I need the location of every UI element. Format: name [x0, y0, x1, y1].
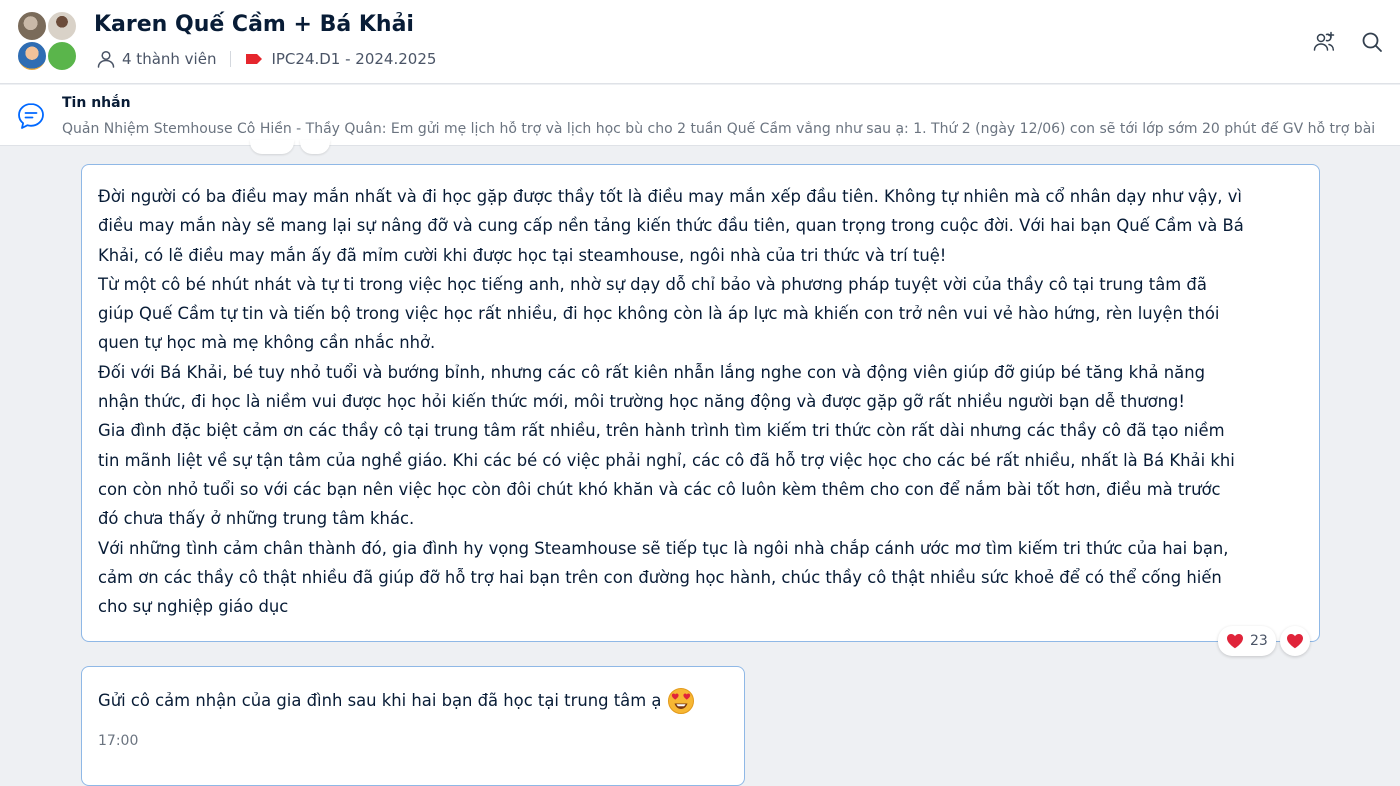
message-line: Với những tình cảm chân thành đó, gia đì… [98, 538, 1229, 558]
reaction-remnant [300, 140, 330, 154]
message-line: quen tự học mà mẹ không cần nhắc nhở. [98, 333, 436, 353]
message-line: cho sự nghiệp giáo dục [98, 597, 289, 617]
message-line: con còn nhỏ tuổi so với các bạn nên việc… [98, 479, 1221, 499]
reaction-remnant [250, 140, 294, 154]
message-line: cảm ơn các thầy cô thật nhiều đã giúp đỡ… [98, 567, 1222, 587]
message-time: 17:00 [98, 733, 139, 749]
heart-icon [1227, 634, 1243, 649]
message-line: Đời người có ba điều may mắn nhất và đi … [98, 187, 1242, 206]
search-button[interactable] [1358, 28, 1386, 56]
message-line: nhận thức, đi học là niềm vui được học h… [98, 392, 1185, 412]
group-avatar[interactable] [16, 10, 80, 74]
message-line: Từ một cô bé nhút nhát và tự ti trong vi… [98, 274, 1207, 294]
search-icon [1362, 32, 1382, 52]
message-reactions: 23 [1218, 626, 1310, 656]
message-text: Gửi cô cảm nhận của gia đình sau khi hai… [98, 691, 662, 710]
message-line: điều may mắn này sẽ mang lại sự nâng đỡ … [98, 216, 1244, 236]
member-count[interactable]: 4 thành viên [122, 50, 216, 68]
member-avatar [16, 40, 48, 72]
header-actions [1310, 28, 1386, 56]
pinned-title: Tin nhắn [62, 95, 131, 111]
message-bubble[interactable]: Gửi cô cảm nhận của gia đình sau khi hai… [81, 666, 745, 786]
heart-eyes-emoji-icon [668, 688, 695, 714]
pinned-preview: Quản Nhiệm Stemhouse Cô Hiền - Thầy Quân… [62, 121, 1376, 137]
message-line: Đối với Bá Khải, bé tuy nhỏ tuổi và bướn… [98, 362, 1206, 382]
react-button[interactable] [1279, 626, 1310, 656]
member-avatar [46, 10, 78, 42]
message-line: đó chưa thấy ở những trung tâm khác. [98, 509, 415, 529]
conversation-label[interactable]: IPC24.D1 - 2024.2025 [271, 50, 436, 68]
conversation-meta: 4 thành viên IPC24.D1 - 2024.2025 [96, 48, 436, 70]
message-line: tin mãnh liệt về sự tận tâm của nghề giá… [98, 450, 1235, 470]
member-avatar [46, 40, 78, 72]
heart-icon [1286, 634, 1303, 649]
message-bubble[interactable]: Đời người có ba điều may mắn nhất và đi … [81, 164, 1320, 642]
reaction-summary[interactable]: 23 [1218, 626, 1276, 656]
message-line: Khải, có lẽ điều may mắn ấy đã mỉm cười … [98, 245, 947, 265]
reaction-count: 23 [1250, 633, 1268, 649]
member-avatar [16, 10, 48, 42]
member-icon [97, 50, 115, 68]
pinned-message-bar[interactable]: Tin nhắn Quản Nhiệm Stemhouse Cô Hiền - … [0, 85, 1400, 146]
message-content: Gửi cô cảm nhận của gia đình sau khi hai… [98, 687, 728, 715]
message-line: Gia đình đặc biệt cảm ơn các thầy cô tại… [98, 421, 1225, 441]
add-member-button[interactable] [1310, 28, 1338, 56]
scrollbar[interactable] [1396, 146, 1400, 756]
conversation-title[interactable]: Karen Quế Cầm + Bá Khải [94, 12, 414, 37]
message-bubble-icon [18, 103, 44, 129]
conversation-header: Karen Quế Cầm + Bá Khải 4 thành viên IPC… [0, 0, 1400, 84]
add-member-icon [1313, 31, 1335, 51]
divider [230, 51, 232, 67]
label-tag-icon [246, 54, 263, 64]
message-line: giúp Quế Cầm tự tin và tiến bộ trong việ… [98, 304, 1220, 324]
